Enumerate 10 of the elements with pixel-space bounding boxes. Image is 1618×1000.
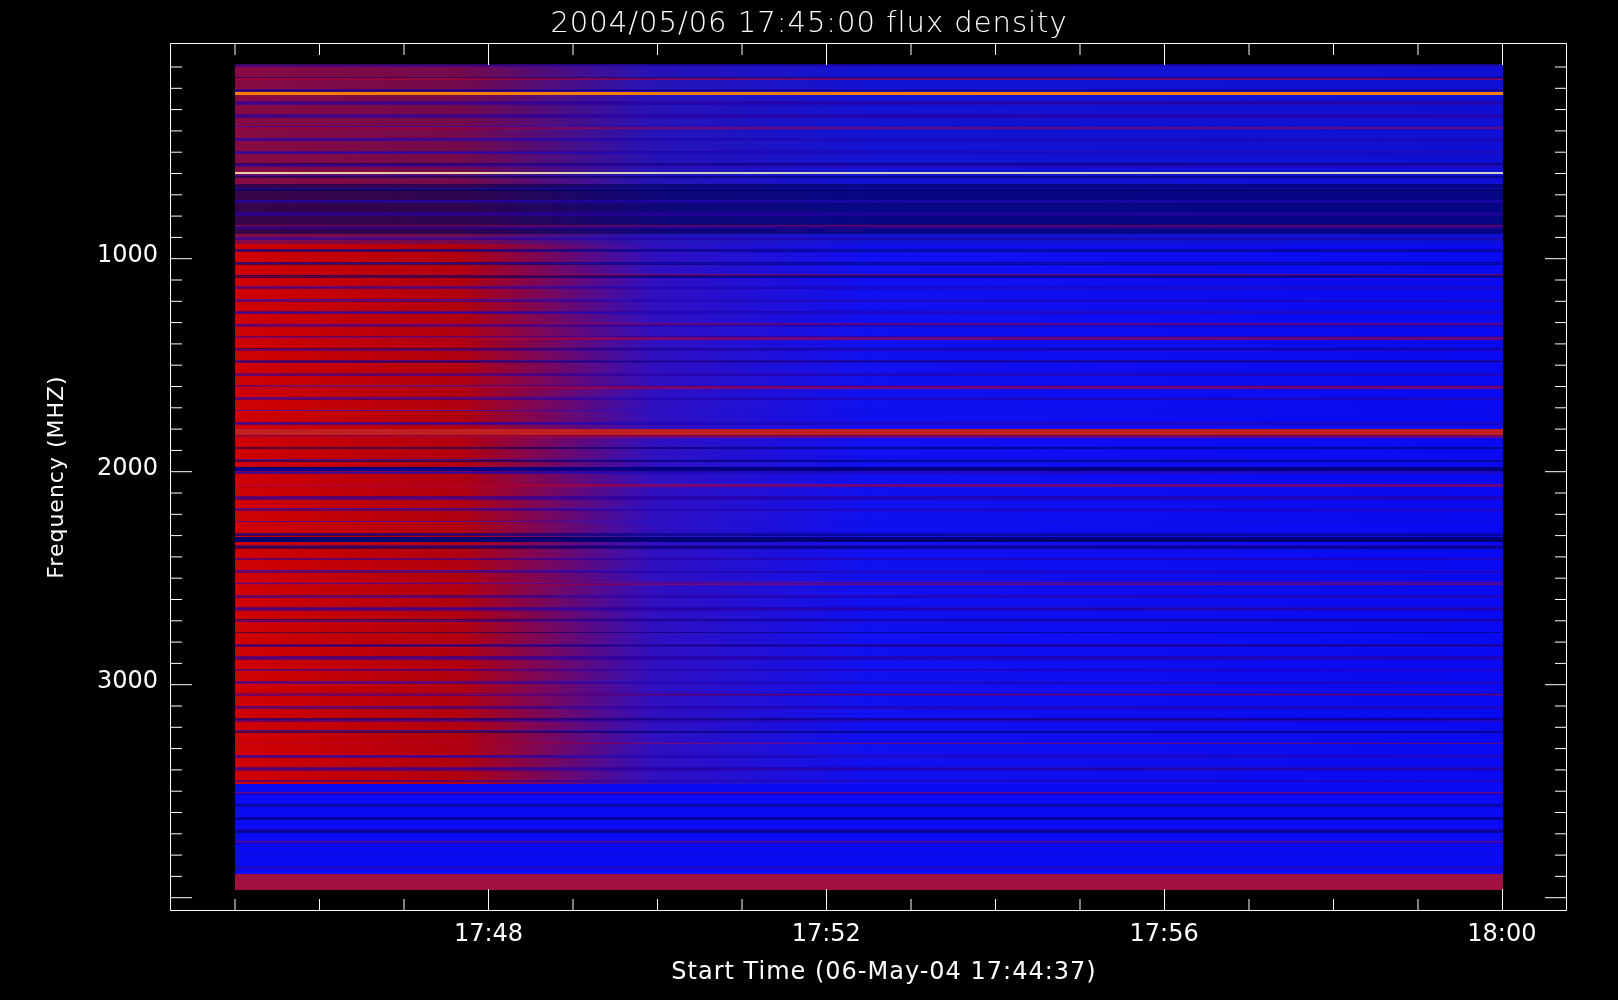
y-tick-label: 3000	[96, 666, 158, 695]
x-axis-label: Start Time (06-May-04 17:44:37)	[671, 957, 1097, 985]
x-tick-label: 18:00	[1467, 919, 1537, 947]
y-tick-label: 1000	[96, 239, 158, 268]
y-tick-label: 2000	[96, 453, 158, 481]
y-axis-label: Frequency (MHZ)	[42, 375, 68, 579]
x-tick-label: 17:56	[1129, 919, 1199, 947]
chart-title: 2004/05/06 17:45:00 flux density	[549, 3, 1069, 41]
x-tick-label: 17:52	[791, 919, 861, 947]
x-tick-label: 17:48	[453, 919, 524, 947]
